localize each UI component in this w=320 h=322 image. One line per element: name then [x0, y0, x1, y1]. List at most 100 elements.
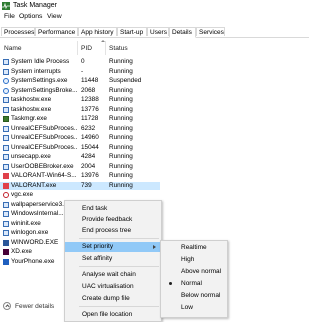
table-row[interactable]: UnrealCEFSubProces... 15044 Running: [0, 144, 160, 153]
context-menu: End task Provide feedback End process tr…: [64, 200, 162, 322]
menu-item-create-dump-file[interactable]: Create dump file: [65, 294, 161, 304]
window-icon: [3, 230, 9, 236]
menu-item-label: High: [181, 256, 195, 263]
menu-item-label: Set affinity: [82, 255, 113, 262]
gear-icon: [3, 78, 9, 84]
window-icon: [3, 106, 9, 113]
column-header-pid[interactable]: PID: [81, 45, 92, 52]
valorant-icon: [3, 182, 9, 189]
window-icon: [3, 163, 9, 170]
table-row[interactable]: UnrealCEFSubProces... 14960 Running: [0, 134, 160, 143]
window-icon: [3, 59, 9, 65]
table-row[interactable]: UnrealCEFSubProces... 6232 Running: [0, 125, 160, 134]
tab-details[interactable]: Details: [169, 27, 196, 38]
table-row[interactable]: taskhostw.exe 13776 Running: [0, 106, 160, 115]
menu-options[interactable]: Options: [19, 13, 42, 20]
menu-item-uac-virtualisation[interactable]: UAC virtualisation: [65, 282, 161, 292]
menu-item-analyse-wait-chain[interactable]: Analyse wait chain: [65, 270, 161, 280]
process-pid: 14960: [81, 134, 99, 141]
tab-processes[interactable]: Processes: [1, 27, 35, 36]
menu-item-set-priority[interactable]: Set priority: [65, 242, 161, 252]
tab-services[interactable]: Services: [196, 27, 225, 36]
phone-icon: [3, 258, 9, 265]
tab-start-up[interactable]: Start-up: [117, 27, 147, 36]
word-icon: [3, 239, 9, 246]
process-pid: 4284: [81, 153, 96, 160]
column-divider[interactable]: [77, 41, 78, 55]
process-pid: -: [81, 67, 84, 75]
process-pid: 11728: [81, 115, 99, 122]
process-name: VALORANT-Win64-S...: [11, 172, 77, 179]
process-status: Suspended: [109, 77, 142, 84]
column-divider[interactable]: [105, 41, 106, 55]
chevron-up-icon: [3, 302, 11, 310]
window-icon: [3, 97, 9, 103]
menu-item-set-affinity[interactable]: Set affinity: [65, 254, 161, 264]
menu-item-label: Realtime: [181, 244, 207, 251]
process-pid: 13776: [81, 105, 99, 113]
process-status: Running: [109, 181, 133, 189]
task-manager-icon: [3, 116, 9, 122]
process-status: Running: [109, 134, 133, 141]
priority-above-normal[interactable]: Above normal: [161, 266, 227, 277]
priority-low[interactable]: Low: [161, 302, 227, 313]
priority-below-normal[interactable]: Below normal: [161, 290, 227, 301]
process-pid: 2004: [81, 162, 96, 170]
menu-item-label: Provide feedback: [82, 216, 133, 223]
table-row[interactable]: VALORANT-Win64-S... 13976 Running: [0, 172, 160, 181]
column-header-name[interactable]: Name: [4, 45, 22, 52]
window-icon: [3, 135, 9, 141]
process-name: unsecapp.exe: [11, 153, 51, 160]
priority-realtime[interactable]: Realtime: [161, 242, 227, 253]
tab-performance[interactable]: Performance: [35, 27, 78, 36]
window-icon: [3, 144, 9, 151]
process-name: SystemSettingsBroke...: [11, 86, 77, 94]
process-pid: 6232: [81, 124, 96, 132]
table-row[interactable]: unsecapp.exe 4284 Running: [0, 153, 160, 162]
table-row[interactable]: VALORANT.exe 739 Running: [0, 181, 160, 191]
process-pid: 11448: [81, 77, 99, 84]
table-row[interactable]: SystemSettings.exe 11448 Suspended: [0, 77, 160, 86]
menu-file[interactable]: File: [4, 13, 15, 20]
column-header-status[interactable]: Status: [109, 45, 128, 52]
menu-item-label: Below normal: [181, 292, 221, 299]
menu-item-label: End process tree: [82, 227, 132, 234]
process-name: System interrupts: [11, 67, 61, 75]
menu-item-end-task[interactable]: End task: [65, 204, 161, 214]
process-name: taskhostw.exe: [11, 96, 52, 103]
process-status: Running: [109, 124, 133, 132]
priority-normal[interactable]: Normal: [161, 278, 227, 289]
table-row[interactable]: System Idle Process 0 Running: [0, 58, 160, 67]
table-row[interactable]: SystemSettingsBroke... 2068 Running: [0, 87, 160, 96]
process-pid: 2068: [81, 86, 96, 94]
table-row[interactable]: taskhostw.exe 12388 Running: [0, 96, 160, 105]
menu-separator: [79, 238, 159, 239]
menu-item-end-process-tree[interactable]: End process tree: [65, 226, 161, 236]
process-status: Running: [109, 105, 133, 113]
table-row[interactable]: UserOOBEBroker.exe 2004 Running: [0, 163, 160, 172]
table-row[interactable]: System interrupts - Running: [0, 68, 160, 77]
process-pid: 13976: [81, 172, 99, 179]
window-icon: [3, 154, 9, 160]
tab-bar: Processes Performance App history Start-…: [0, 27, 309, 38]
task-manager-icon: [2, 2, 10, 10]
submenu-arrow-icon: [153, 245, 156, 249]
xd-icon: [3, 249, 9, 255]
process-status: Running: [109, 67, 133, 75]
menu-item-label: Set priority: [82, 243, 114, 250]
tab-users[interactable]: Users: [147, 27, 169, 36]
menu-item-open-file-location[interactable]: Open file location: [65, 310, 161, 320]
process-name: UnrealCEFSubProces...: [11, 124, 77, 132]
tab-app-history[interactable]: App history: [78, 27, 117, 36]
table-row[interactable]: Taskmgr.exe 11728 Running: [0, 115, 160, 124]
priority-high[interactable]: High: [161, 254, 227, 265]
menu-separator: [79, 266, 159, 267]
menu-item-label: Analyse wait chain: [82, 271, 136, 278]
table-row[interactable]: vgc.exe: [0, 191, 160, 200]
window-title: Task Manager: [13, 2, 57, 9]
vgc-icon: [3, 192, 9, 198]
window-icon: [3, 220, 9, 227]
process-pid: 12388: [81, 96, 99, 103]
menu-view[interactable]: View: [47, 13, 62, 20]
menu-item-provide-feedback[interactable]: Provide feedback: [65, 215, 161, 225]
